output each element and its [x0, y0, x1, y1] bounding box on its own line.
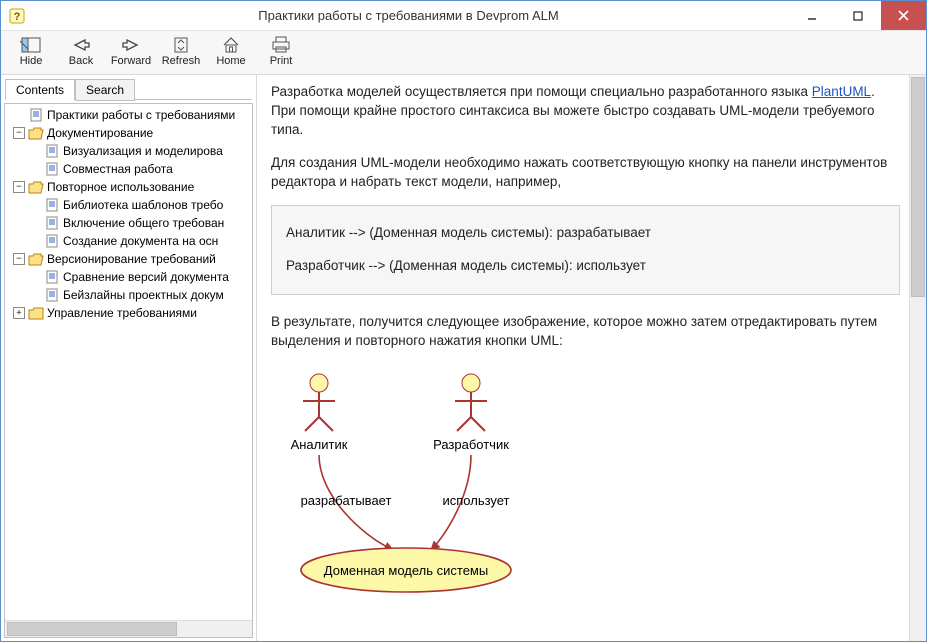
help-app-icon: ?: [5, 8, 29, 24]
actor-analyst-icon: [303, 374, 335, 431]
page-icon: [44, 288, 60, 302]
tree-item-label: Совместная работа: [63, 162, 173, 176]
print-button[interactable]: Print: [259, 33, 303, 69]
tab-contents[interactable]: Contents: [5, 79, 75, 100]
home-icon: [220, 35, 242, 55]
page-icon: [44, 198, 60, 212]
plantuml-link[interactable]: PlantUML: [812, 84, 871, 99]
tree-scroll-area[interactable]: Практики работы с требованиями − Докумен…: [4, 103, 253, 638]
code-line: Разработчик --> (Доменная модель системы…: [286, 257, 885, 276]
tab-search[interactable]: Search: [75, 79, 135, 101]
relation-label: использует: [442, 493, 509, 508]
uml-diagram: Аналитик Разработчик: [271, 365, 900, 601]
sidebar-horizontal-scrollbar[interactable]: [5, 620, 252, 637]
page-icon: [44, 162, 60, 176]
tree-item[interactable]: Библиотека шаблонов требо: [7, 196, 252, 214]
folder-open-icon: [28, 126, 44, 140]
tree-item-label: Документирование: [47, 126, 153, 140]
tree-item-label: Повторное использование: [47, 180, 194, 194]
close-button[interactable]: [880, 1, 926, 30]
scrollbar-thumb[interactable]: [7, 622, 177, 636]
sidebar: Contents Search Практики работы с требов…: [1, 75, 257, 641]
tree-item-label: Сравнение версий документа: [63, 270, 229, 284]
usecase-label: Доменная модель системы: [324, 563, 488, 578]
tree-item[interactable]: Включение общего требован: [7, 214, 252, 232]
folder-open-icon: [28, 252, 44, 266]
minimize-button[interactable]: [788, 1, 834, 30]
content-vertical-scrollbar[interactable]: [909, 75, 926, 641]
refresh-icon: [170, 35, 192, 55]
back-button[interactable]: Back: [59, 33, 103, 69]
relation-label: разрабатывает: [301, 493, 392, 508]
tree-item-label: Бейзлайны проектных докум: [63, 288, 224, 302]
sidebar-tabs: Contents Search: [1, 75, 256, 99]
help-article: Разработка моделей осуществляется при по…: [257, 75, 926, 621]
folder-open-icon: [28, 180, 44, 194]
tree-item-label: Включение общего требован: [63, 216, 224, 230]
collapse-icon[interactable]: −: [13, 181, 25, 193]
svg-text:?: ?: [14, 11, 21, 23]
page-icon: [44, 270, 60, 284]
tree-item-label: Практики работы с требованиями: [47, 108, 235, 122]
actor-label: Разработчик: [433, 437, 509, 452]
content-pane[interactable]: Разработка моделей осуществляется при по…: [257, 75, 926, 641]
tree-folder-version[interactable]: − Версионирование требований: [7, 250, 252, 268]
toolbar: Hide Back Forward Refresh: [1, 31, 926, 75]
collapse-icon[interactable]: −: [13, 253, 25, 265]
tree-item[interactable]: Создание документа на осн: [7, 232, 252, 250]
home-button[interactable]: Home: [209, 33, 253, 69]
hide-icon: [20, 35, 42, 55]
refresh-button[interactable]: Refresh: [159, 33, 203, 69]
spacer-icon: [13, 109, 25, 121]
window-title: Практики работы с требованиями в Devprom…: [29, 8, 788, 23]
window-buttons: [788, 1, 926, 30]
page-icon: [44, 216, 60, 230]
tree-item[interactable]: Визуализация и моделирова: [7, 142, 252, 160]
actor-developer-icon: [455, 374, 487, 431]
spacer-icon: [29, 145, 41, 157]
maximize-button[interactable]: [834, 1, 880, 30]
page-icon: [44, 234, 60, 248]
tree-item-label: Библиотека шаблонов требо: [63, 198, 223, 212]
spacer-icon: [29, 163, 41, 175]
tree-item[interactable]: Бейзлайны проектных докум: [7, 286, 252, 304]
tree-item[interactable]: Совместная работа: [7, 160, 252, 178]
tree-folder-reuse[interactable]: − Повторное использование: [7, 178, 252, 196]
expand-icon[interactable]: +: [13, 307, 25, 319]
client-area: Contents Search Практики работы с требов…: [1, 75, 926, 641]
tree-item-label: Визуализация и моделирова: [63, 144, 223, 158]
toc-tree: Практики работы с требованиями − Докумен…: [5, 104, 252, 324]
back-arrow-icon: [70, 35, 92, 55]
actor-label: Аналитик: [291, 437, 348, 452]
code-example: Аналитик --> (Доменная модель системы): …: [271, 205, 900, 295]
tree-item-label: Версионирование требований: [47, 252, 216, 266]
forward-button[interactable]: Forward: [109, 33, 153, 69]
paragraph: В результате, получится следующее изобра…: [271, 313, 900, 351]
page-icon: [28, 108, 44, 122]
tree-folder-doc[interactable]: − Документирование: [7, 124, 252, 142]
tree-item-label: Создание документа на осн: [63, 234, 218, 248]
collapse-icon[interactable]: −: [13, 127, 25, 139]
paragraph: Разработка моделей осуществляется при по…: [271, 83, 900, 140]
print-icon: [270, 35, 292, 55]
folder-closed-icon: [28, 306, 44, 320]
code-line: Аналитик --> (Доменная модель системы): …: [286, 224, 885, 243]
tree-item[interactable]: Сравнение версий документа: [7, 268, 252, 286]
titlebar: ? Практики работы с требованиями в Devpr…: [1, 1, 926, 31]
forward-arrow-icon: [120, 35, 142, 55]
scrollbar-thumb[interactable]: [911, 77, 925, 297]
tree-root[interactable]: Практики работы с требованиями: [7, 106, 252, 124]
help-window: ? Практики работы с требованиями в Devpr…: [0, 0, 927, 642]
tree-folder-manage[interactable]: + Управление требованиями: [7, 304, 252, 322]
hide-button[interactable]: Hide: [9, 33, 53, 69]
tree-item-label: Управление требованиями: [47, 306, 197, 320]
paragraph: Для создания UML-модели необходимо нажат…: [271, 154, 900, 192]
page-icon: [44, 144, 60, 158]
